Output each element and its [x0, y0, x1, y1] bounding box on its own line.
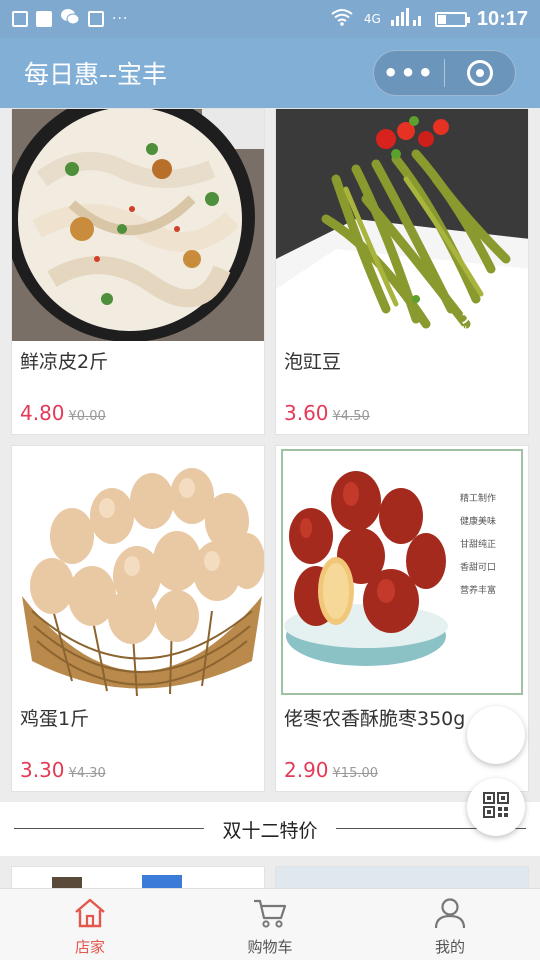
product-price: 3.60 — [284, 401, 329, 425]
app-header: 每日惠--宝丰 ••• — [0, 38, 540, 108]
product-price: 3.30 — [20, 758, 65, 782]
qr-code-button[interactable] — [467, 778, 525, 836]
product-name: 泡豇豆 — [284, 351, 342, 373]
product-image-pickled-beans: 大众养生 www.cndzys.com — [276, 109, 528, 341]
close-button[interactable] — [445, 60, 515, 86]
tab-home[interactable]: 店家 — [0, 889, 180, 960]
product-watermark: 大众养生 www.cndzys.com — [444, 307, 522, 335]
product-tags: 精工制作 健康美味 甘甜纯正 香甜可口 营养丰富 — [460, 494, 497, 596]
product-original-price: ¥4.30 — [68, 766, 106, 781]
product-image-dates: 精工制作 健康美味 甘甜纯正 香甜可口 营养丰富 — [276, 446, 528, 698]
home-icon — [73, 897, 107, 933]
cart-icon — [252, 897, 288, 933]
network-type: 4G — [363, 12, 381, 26]
bottom-tab-bar: 店家 购物车 我的 — [0, 888, 540, 960]
product-image-liangpi — [12, 109, 264, 341]
product-price-row: 4.80 ¥0.00 — [20, 401, 106, 425]
status-bar: ··· 4G 10:17 — [0, 0, 540, 38]
product-price: 2.90 — [284, 758, 329, 782]
product-price: 4.80 — [20, 401, 65, 425]
image-icon — [12, 11, 28, 27]
more-button[interactable]: ••• — [374, 59, 444, 87]
product-price-row: 3.30 ¥4.30 — [20, 758, 106, 782]
qr-code-icon — [483, 792, 509, 822]
product-card[interactable]: 鲜凉皮2斤 4.80 ¥0.00 — [11, 108, 265, 435]
user-icon — [433, 897, 467, 933]
battery-icon — [434, 11, 470, 27]
product-original-price: ¥0.00 — [68, 409, 106, 424]
miniprogram-capsule: ••• — [373, 50, 516, 96]
wifi-icon — [330, 8, 354, 30]
tab-label: 我的 — [434, 938, 465, 956]
status-time: 10:17 — [476, 7, 528, 30]
product-image-eggs — [12, 446, 264, 698]
product-name: 鲜凉皮2斤 — [20, 351, 109, 373]
section-header: 双十二特价 — [0, 802, 540, 856]
tab-cart[interactable]: 购物车 — [180, 889, 360, 960]
tab-label: 购物车 — [247, 938, 293, 956]
tab-label: 店家 — [74, 938, 105, 956]
more-dots-icon: ··· — [112, 11, 129, 27]
page-title: 每日惠--宝丰 — [24, 60, 168, 89]
tab-profile[interactable]: 我的 — [360, 889, 540, 960]
signal-icon — [390, 8, 425, 30]
product-name: 鸡蛋1斤 — [20, 708, 90, 730]
wechat-icon — [60, 8, 80, 30]
message-icon — [88, 11, 104, 27]
product-price-row: 2.90 ¥15.00 — [284, 758, 378, 782]
product-original-price: ¥15.00 — [332, 766, 379, 781]
product-price-row: 3.60 ¥4.50 — [284, 401, 370, 425]
product-original-price: ¥4.50 — [332, 409, 370, 424]
floating-action-button[interactable] — [467, 706, 525, 764]
product-name: 佬枣农香酥脆枣350g — [284, 708, 466, 730]
notification-icon — [36, 11, 52, 27]
section-line-left — [14, 828, 204, 829]
section-title: 双十二特价 — [206, 815, 334, 843]
close-circle-icon — [467, 60, 493, 86]
product-card[interactable]: 鸡蛋1斤 3.30 ¥4.30 — [11, 445, 265, 792]
product-card[interactable]: 大众养生 www.cndzys.com 泡豇豆 3.60 ¥4.50 — [275, 108, 529, 435]
product-card-peek[interactable] — [11, 866, 265, 890]
product-card-peek[interactable] — [275, 866, 529, 890]
